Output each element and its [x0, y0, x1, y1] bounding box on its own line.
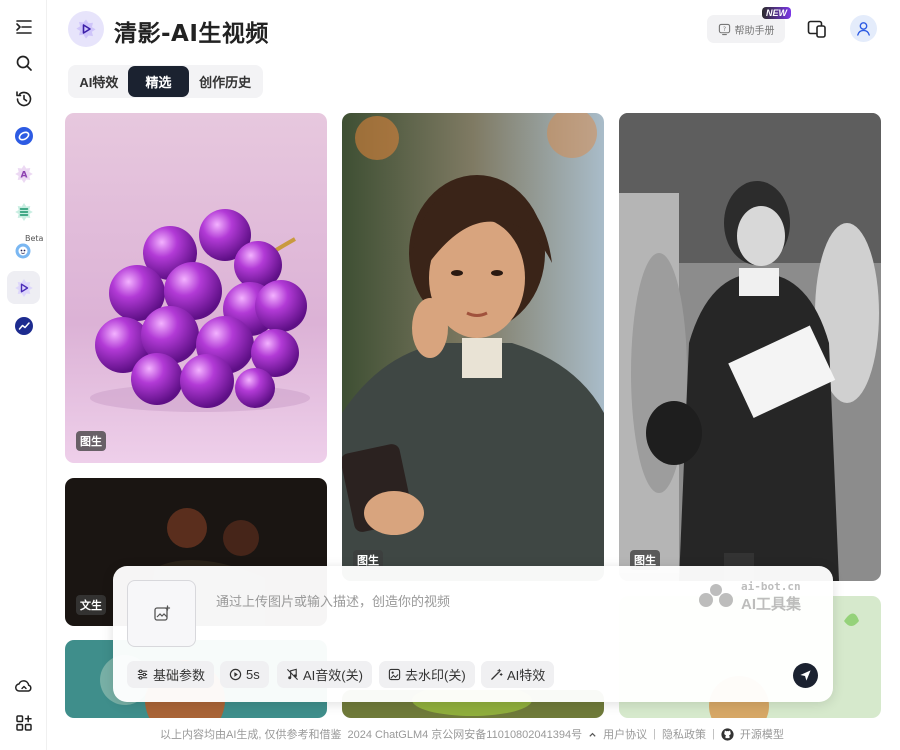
- footer-disclaimer: 以上内容均由AI生成, 仅供参考和借鉴: [160, 729, 342, 741]
- duration-label: 5s: [246, 667, 260, 682]
- footer-divider: |: [711, 728, 715, 740]
- privacy-policy-link[interactable]: 隐私政策: [662, 726, 706, 742]
- send-button[interactable]: [793, 663, 818, 688]
- history-button[interactable]: [7, 82, 40, 115]
- send-icon: [800, 670, 811, 681]
- image-watermark-icon: [388, 668, 401, 681]
- chatglm-app-icon: [14, 126, 33, 145]
- app-logo: [68, 11, 104, 47]
- qingying-logo-icon: [76, 19, 96, 39]
- search-icon: [16, 55, 32, 71]
- beta-badge: Beta: [25, 234, 44, 243]
- tab-creation-history[interactable]: 创作历史: [189, 66, 261, 97]
- svg-text:A: A: [20, 170, 27, 180]
- woman-walking-thumbnail: [619, 113, 881, 581]
- help-manual-label: 帮助手册: [734, 25, 775, 37]
- ai-sound-label: AI音效(关): [303, 668, 363, 683]
- sliders-icon: [137, 669, 148, 680]
- basic-params-button[interactable]: 基础参数: [127, 661, 215, 688]
- video-card-woman-phone[interactable]: 图生: [342, 113, 604, 581]
- help-manual-button[interactable]: ? 帮助手册: [707, 15, 785, 43]
- remove-watermark-toggle[interactable]: 去水印(关): [379, 661, 475, 688]
- woman-phone-thumbnail: [342, 113, 604, 581]
- tab-ai-effects[interactable]: AI特效: [70, 66, 128, 97]
- sidebar-item-analytics[interactable]: [7, 309, 40, 342]
- basic-params-label: 基础参数: [153, 668, 206, 683]
- card-badge: 图生: [76, 431, 106, 451]
- open-source-model-link[interactable]: 开源模型: [740, 726, 784, 742]
- watermark-title: AI工具集: [741, 596, 802, 613]
- prompt-panel: 通过上传图片或输入描述，创造你的视频 ai-bot.cn AI工具集 基础参数 …: [113, 566, 833, 702]
- watermark-logo-icon: [699, 584, 733, 607]
- remove-watermark-label: 去水印(关): [405, 668, 466, 683]
- list-app-icon: [14, 202, 33, 221]
- add-image-icon: [153, 604, 170, 621]
- svg-text:?: ?: [722, 25, 725, 32]
- watermark-domain: ai-bot.cn: [741, 580, 801, 593]
- card-badge: 文生: [76, 595, 106, 615]
- chevron-up-icon: [589, 732, 596, 737]
- magic-wand-icon: [491, 668, 503, 680]
- clock-icon: [229, 668, 242, 681]
- user-icon: [857, 22, 870, 36]
- grapes-thumbnail: [65, 113, 327, 463]
- footer-divider: |: [653, 728, 656, 740]
- tab-featured[interactable]: 精选: [127, 66, 190, 97]
- github-icon: [721, 727, 734, 741]
- search-button[interactable]: [7, 46, 40, 79]
- help-icon: ?: [718, 23, 730, 35]
- ai-sound-toggle[interactable]: AI音效(关): [277, 661, 372, 688]
- tab-bar: AI特效 精选 创作历史: [68, 65, 263, 98]
- apps-grid-icon: [15, 714, 32, 731]
- watermark: ai-bot.cn AI工具集: [696, 580, 821, 613]
- sidebar-item-qingying[interactable]: [7, 271, 40, 304]
- qingying-video-app-icon: [14, 278, 33, 297]
- apps-grid-button[interactable]: [7, 706, 40, 739]
- cloud-sync-icon: [14, 679, 32, 692]
- analytics-app-icon: [14, 316, 33, 335]
- menu-expand-icon: [15, 19, 32, 34]
- ai-create-app-icon: A: [14, 164, 33, 183]
- devices-icon[interactable]: [806, 18, 828, 40]
- image-upload-button[interactable]: [127, 580, 196, 647]
- page-title: 清影-AI生视频: [114, 21, 269, 47]
- sidebar-item-ai-create[interactable]: A: [7, 157, 40, 190]
- cloud-sync-button[interactable]: [7, 669, 40, 702]
- history-icon: [15, 90, 31, 106]
- sidebar-item-list[interactable]: [7, 195, 40, 228]
- music-off-icon: [286, 668, 299, 681]
- user-agreement-link[interactable]: 用户协议: [603, 726, 647, 742]
- prompt-input[interactable]: 通过上传图片或输入描述，创造你的视频: [216, 591, 450, 610]
- duration-button[interactable]: 5s: [220, 661, 269, 688]
- menu-expand-button[interactable]: [7, 10, 40, 43]
- avatar[interactable]: [850, 15, 877, 42]
- footer: 以上内容均由AI生成, 仅供参考和借鉴 2024 ChatGLM4 京公网安备1…: [160, 726, 784, 742]
- video-card-woman-walking[interactable]: 图生: [619, 113, 881, 581]
- video-card-grapes[interactable]: 图生: [65, 113, 327, 463]
- sidebar: A Beta: [0, 0, 47, 750]
- ai-effects-button[interactable]: AI特效: [481, 661, 555, 688]
- new-badge: NEW: [762, 7, 791, 19]
- ai-effects-label: AI特效: [507, 668, 546, 683]
- sidebar-item-chatglm[interactable]: [7, 119, 40, 152]
- footer-copyright: 2024 ChatGLM4 京公网安备11010802041394号: [347, 729, 583, 741]
